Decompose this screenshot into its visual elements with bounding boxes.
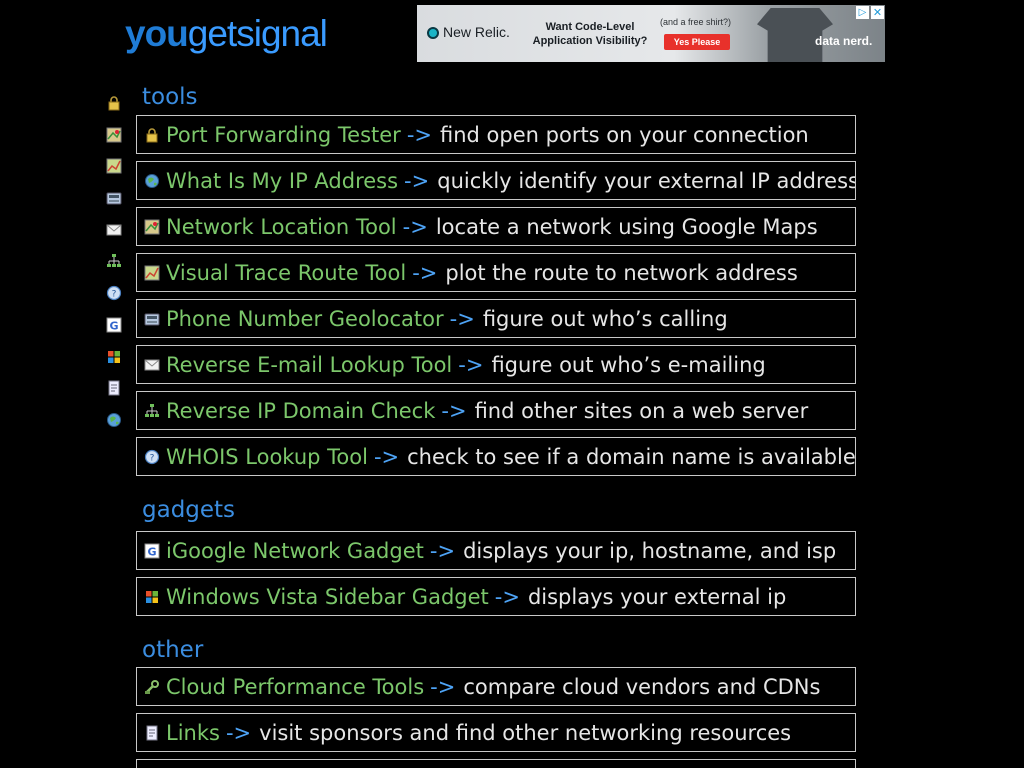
svg-text:G: G [147,545,156,558]
section-title-gadgets: gadgets [142,497,236,523]
tool-description: quickly identify your external IP addres… [437,168,856,193]
site-logo[interactable]: yougetsignal [125,10,328,58]
tool-whois-lookup[interactable]: ? WHOIS Lookup Tool -> check to see if a… [136,437,856,476]
svg-text:?: ? [112,290,117,300]
ad-cta-button[interactable]: Yes Please [664,34,730,50]
other-links[interactable]: Links -> visit sponsors and find other n… [136,713,856,752]
whois-icon[interactable]: ? [106,285,122,301]
arrow-separator: -> [430,674,456,699]
document-icon [146,725,158,740]
network-tree-icon [145,403,159,417]
arrow-separator: -> [458,352,484,377]
tool-description: locate a network using Google Maps [435,214,818,239]
network-tree-icon[interactable] [106,253,122,269]
ad-headline: Want Code-Level Application Visibility? [532,21,648,47]
tool-name[interactable]: Network Location Tool [166,214,397,240]
other-name[interactable]: Cloud Performance Tools [166,674,424,700]
google-g-icon: G [144,543,160,558]
cloud-tools-icon [145,679,159,694]
tool-reverse-ip-domain-check[interactable]: Reverse IP Domain Check -> find other si… [136,391,856,430]
tool-network-location[interactable]: Network Location Tool -> locate a networ… [136,207,856,246]
tool-description: figure out who’s e-mailing [491,352,766,377]
tool-port-forwarding-tester[interactable]: Port Forwarding Tester -> find open port… [136,115,856,154]
map-icon[interactable] [106,127,122,143]
tool-description: plot the route to network address [445,260,798,285]
tool-name[interactable]: Reverse E-mail Lookup Tool [166,352,452,378]
ad-close-icon[interactable]: ✕ [871,6,884,19]
other-next-row-partial[interactable] [136,759,856,768]
other-cloud-performance-tools[interactable]: Cloud Performance Tools -> compare cloud… [136,667,856,706]
gadget-igoogle-network[interactable]: G iGoogle Network Gadget -> displays you… [136,531,856,570]
whois-icon: ? [144,449,160,464]
section-title-other: other [142,637,204,663]
lock-icon [146,127,158,142]
sidebar-icons: ? G [106,95,122,444]
document-icon[interactable] [106,380,122,396]
arrow-separator: -> [494,584,520,609]
other-description: compare cloud vendors and CDNs [463,674,821,699]
globe-icon[interactable] [106,412,122,428]
lock-icon[interactable] [106,95,122,111]
arrow-separator: -> [404,168,430,193]
windows-flag-icon[interactable] [106,349,122,365]
logo-word-signal: signal [236,13,328,54]
tool-phone-geolocator[interactable]: Phone Number Geolocator -> figure out wh… [136,299,856,338]
arrow-separator: -> [406,122,433,147]
tool-what-is-my-ip[interactable]: What Is My IP Address -> quickly identif… [136,161,856,200]
route-map-icon [144,265,160,280]
gadget-windows-vista-sidebar[interactable]: Windows Vista Sidebar Gadget -> displays… [136,577,856,616]
gadget-description: displays your ip, hostname, and isp [463,538,837,563]
tool-reverse-email-lookup[interactable]: Reverse E-mail Lookup Tool -> figure out… [136,345,856,384]
logo-word-get: get [187,13,237,54]
tool-description: figure out who’s calling [482,306,728,331]
tool-description: check to see if a domain name is availab… [407,444,856,469]
arrow-separator: -> [429,538,456,563]
other-description: visit sponsors and find other networking… [259,720,792,745]
gadget-name[interactable]: Windows Vista Sidebar Gadget [166,584,489,610]
arrow-separator: -> [373,444,400,469]
svg-text:G: G [109,319,118,332]
tool-visual-trace-route[interactable]: Visual Trace Route Tool -> plot the rout… [136,253,856,292]
windows-flag-icon [146,590,158,603]
phone-icon [144,313,160,325]
ad-banner[interactable]: New Relic. Want Code-Level Application V… [417,5,885,62]
svg-text:?: ? [150,453,155,463]
envelope-icon [144,359,160,370]
page: yougetsignal New Relic. Want Code-Level … [0,0,1024,768]
ad-brand-text: New Relic. [443,24,510,40]
ad-aside: (and a free shirt?) [660,17,732,27]
tool-name[interactable]: Phone Number Geolocator [166,306,444,332]
envelope-icon[interactable] [106,222,122,238]
logo-word-you: you [125,13,189,54]
ad-tagline: data nerd. [815,34,873,48]
arrow-separator: -> [449,306,475,331]
arrow-separator: -> [402,214,428,239]
tool-name[interactable]: Reverse IP Domain Check [166,398,435,424]
new-relic-logo-icon [427,27,439,39]
arrow-separator: -> [225,720,252,745]
tool-description: find open ports on your connection [440,122,809,147]
tool-name[interactable]: What Is My IP Address [166,168,398,194]
gadget-name[interactable]: iGoogle Network Gadget [166,538,424,564]
phone-icon[interactable] [106,190,122,206]
google-g-icon[interactable]: G [106,317,122,333]
other-name[interactable]: Links [166,720,220,746]
arrow-separator: -> [412,260,438,285]
gadget-description: displays your external ip [527,584,787,609]
globe-icon [145,173,159,188]
tool-name[interactable]: WHOIS Lookup Tool [166,444,368,470]
map-icon [144,219,160,234]
arrow-separator: -> [441,398,467,423]
tool-name[interactable]: Port Forwarding Tester [166,122,401,148]
tool-name[interactable]: Visual Trace Route Tool [166,260,406,286]
adchoices-icon[interactable]: ▷ [856,6,869,19]
ad-brand: New Relic. [427,24,510,40]
route-map-icon[interactable] [106,158,122,174]
tool-description: find other sites on a web server [474,398,809,423]
section-title-tools: tools [142,84,198,110]
